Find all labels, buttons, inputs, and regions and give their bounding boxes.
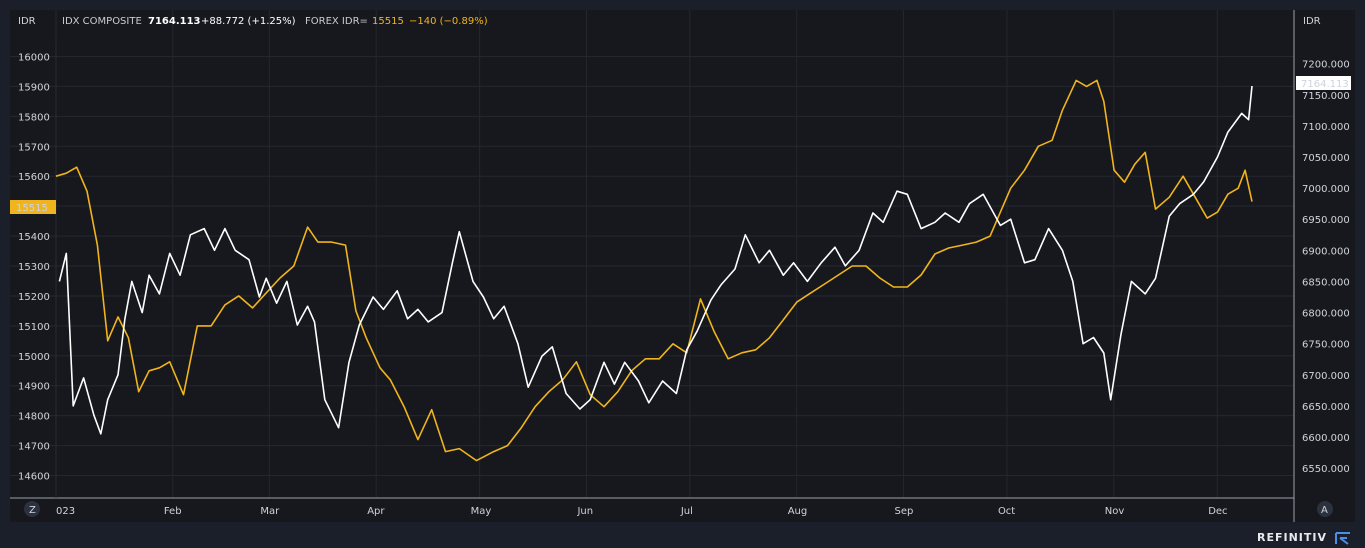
x-tick-label: Mar: [260, 506, 280, 517]
left-tick-label: 14800: [18, 412, 50, 423]
left-tick-label: 14900: [18, 382, 50, 393]
left-tick-label: 15300: [18, 262, 50, 273]
zoom-button-label: Z: [29, 505, 36, 516]
x-tick-label: Aug: [788, 506, 808, 517]
right-tick-label: 6700.000: [1302, 371, 1350, 382]
left-price-tag: 15515: [10, 200, 56, 214]
price-chart[interactable]: IDR IDR IDX COMPOSITE 7164.113 +88.772 (…: [0, 0, 1365, 548]
left-tick-label: 15700: [18, 142, 50, 153]
left-tick-label: 15800: [18, 112, 50, 123]
right-tick-label: 7100.000: [1302, 122, 1350, 133]
left-unit-label: IDR: [18, 16, 36, 27]
left-tick-label: 15400: [18, 232, 50, 243]
x-tick-label: Jun: [576, 506, 593, 517]
x-tick-label: Nov: [1105, 506, 1125, 517]
x-tick-label: Oct: [998, 506, 1015, 517]
right-tick-label: 6750.000: [1302, 340, 1350, 351]
right-unit-label: IDR: [1303, 16, 1321, 27]
right-price-tag: 7164.113: [1296, 76, 1351, 90]
zoom-button[interactable]: Z: [24, 501, 40, 517]
right-tick-label: 7000.000: [1302, 184, 1350, 195]
auto-scale-button[interactable]: A: [1317, 501, 1333, 517]
left-tick-label: 15900: [18, 82, 50, 93]
left-tick-label: 16000: [18, 52, 50, 63]
x-tick-label: May: [471, 506, 492, 517]
refinitiv-logo-icon: [1335, 532, 1350, 545]
fx-series-change: −140 (−0.89%): [409, 16, 488, 27]
x-tick-label: Dec: [1208, 506, 1227, 517]
right-tick-label: 6550.000: [1302, 464, 1350, 475]
idx-series-change: +88.772 (+1.25%): [201, 16, 296, 27]
left-tick-label: 15200: [18, 292, 50, 303]
right-tick-label: 6950.000: [1302, 215, 1350, 226]
right-tick-label: 6850.000: [1302, 277, 1350, 288]
right-tick-label: 6600.000: [1302, 433, 1350, 444]
left-tick-label: 15600: [18, 172, 50, 183]
auto-scale-button-label: A: [1321, 505, 1328, 516]
left-tick-label: 14700: [18, 442, 50, 453]
left-tick-label: 15000: [18, 352, 50, 363]
brand-name: REFINITIV: [1257, 531, 1327, 544]
fx-series-value: 15515: [372, 16, 404, 27]
right-tick-label: 7150.000: [1302, 91, 1350, 102]
x-tick-label: 023: [56, 506, 75, 517]
right-tick-label: 6650.000: [1302, 402, 1350, 413]
x-tick-label: Jul: [680, 506, 693, 517]
left-tick-label: 15100: [18, 322, 50, 333]
right-tick-label: 7200.000: [1302, 60, 1350, 71]
right-tick-label: 6900.000: [1302, 246, 1350, 257]
left-axis-ticks: 1600015900158001570015600155001540015300…: [18, 52, 50, 482]
left-price-tag-text: 15515: [16, 203, 48, 214]
right-price-tag-text: 7164.113: [1301, 79, 1349, 90]
idx-series-name: IDX COMPOSITE: [62, 16, 142, 27]
right-tick-label: 6800.000: [1302, 309, 1350, 320]
left-tick-label: 14600: [18, 472, 50, 483]
x-tick-label: Apr: [367, 506, 385, 517]
right-tick-label: 7050.000: [1302, 153, 1350, 164]
idx-series-value: 7164.113: [148, 16, 201, 27]
x-tick-label: Feb: [164, 506, 182, 517]
x-tick-label: Sep: [895, 506, 914, 517]
fx-series-name: FOREX IDR=: [305, 16, 368, 27]
